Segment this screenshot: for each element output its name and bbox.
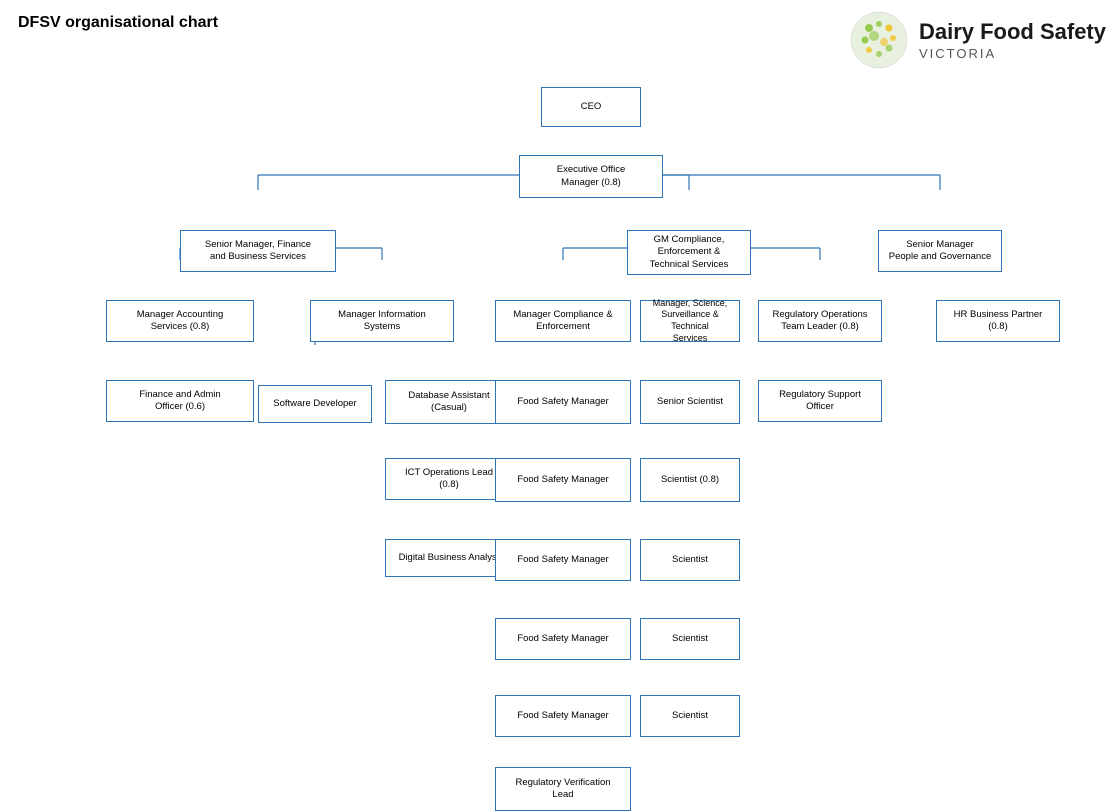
ceo-box: CEO	[541, 87, 641, 127]
reg-ops-box: Regulatory Operations Team Leader (0.8)	[758, 300, 882, 342]
fsm2-box: Food Safety Manager	[495, 458, 631, 502]
gm-compliance-box: GM Compliance, Enforcement & Technical S…	[627, 230, 751, 275]
reg-support-box: Regulatory Support Officer	[758, 380, 882, 422]
scientist3-box: Scientist	[640, 695, 740, 737]
finance-admin-box: Finance and Admin Officer (0.6)	[106, 380, 254, 422]
fsm3-box: Food Safety Manager	[495, 539, 631, 581]
logo-name-line1: Dairy Food Safety	[919, 19, 1106, 45]
digital-analyst-box: Digital Business Analyst	[385, 539, 513, 577]
sw-dev-box: Software Developer	[258, 385, 372, 423]
db-assistant-box: Database Assistant (Casual)	[385, 380, 513, 424]
mgr-info-box: Manager Information Systems	[310, 300, 454, 342]
logo-area: Dairy Food Safety VICTORIA	[849, 10, 1106, 70]
fsm5-box: Food Safety Manager	[495, 695, 631, 737]
hr-partner-box: HR Business Partner (0.8)	[936, 300, 1060, 342]
scientist2-box: Scientist	[640, 618, 740, 660]
sm-people-box: Senior Manager People and Governance	[878, 230, 1002, 272]
mgr-accounting-box: Manager Accounting Services (0.8)	[106, 300, 254, 342]
sm-finance-box: Senior Manager, Finance and Business Ser…	[180, 230, 336, 272]
fsm1-box: Food Safety Manager	[495, 380, 631, 424]
senior-scientist-box: Senior Scientist	[640, 380, 740, 424]
reg-verif-box: Regulatory Verification Lead	[495, 767, 631, 811]
exec-office-box: Executive Office Manager (0.8)	[519, 155, 663, 198]
logo-icon	[849, 10, 909, 70]
mgr-science-box: Manager, Science, Surveillance & Technic…	[640, 300, 740, 342]
scientist1-box: Scientist	[640, 539, 740, 581]
page-title: DFSV organisational chart	[18, 14, 218, 32]
fsm4-box: Food Safety Manager	[495, 618, 631, 660]
scientist-08-box: Scientist (0.8)	[640, 458, 740, 502]
ict-ops-box: ICT Operations Lead (0.8)	[385, 458, 513, 500]
logo-name-line2: VICTORIA	[919, 46, 1106, 61]
mgr-compliance-box: Manager Compliance & Enforcement	[495, 300, 631, 342]
